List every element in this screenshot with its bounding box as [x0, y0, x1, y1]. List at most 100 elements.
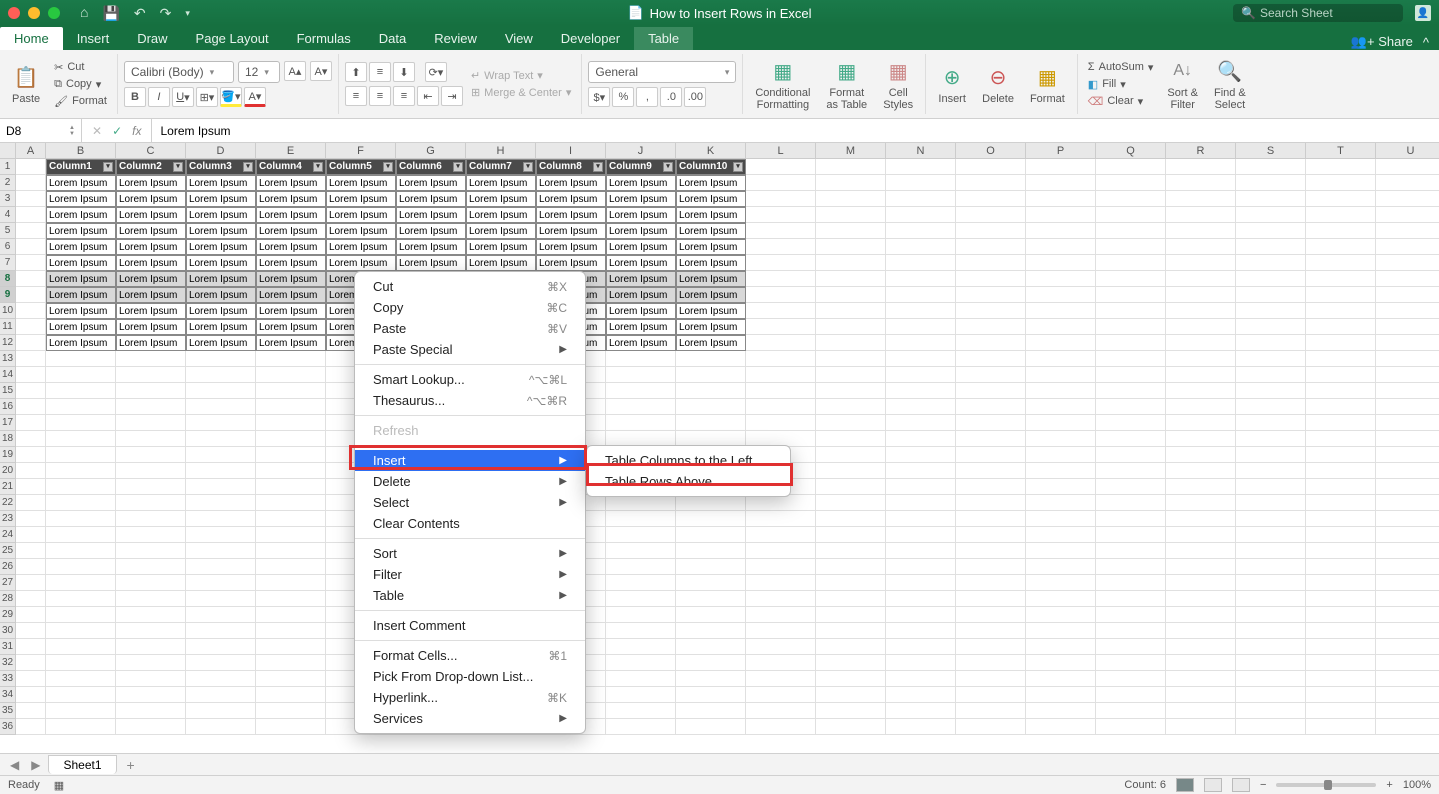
cell[interactable]: Lorem Ipsum: [256, 175, 326, 191]
cell[interactable]: [746, 255, 816, 271]
cell[interactable]: [956, 719, 1026, 735]
row-header[interactable]: 12: [0, 335, 16, 351]
cell[interactable]: [886, 303, 956, 319]
cell[interactable]: Lorem Ipsum: [466, 255, 536, 271]
cell[interactable]: [746, 703, 816, 719]
menu-item-insert-comment[interactable]: Insert Comment: [355, 615, 585, 636]
cell[interactable]: Lorem Ipsum: [256, 303, 326, 319]
cell[interactable]: [1376, 351, 1439, 367]
cell[interactable]: [116, 655, 186, 671]
cell[interactable]: Lorem Ipsum: [256, 255, 326, 271]
cell[interactable]: [116, 591, 186, 607]
cell[interactable]: [956, 431, 1026, 447]
row-header[interactable]: 3: [0, 191, 16, 207]
cell[interactable]: [956, 703, 1026, 719]
cell[interactable]: [746, 719, 816, 735]
cell[interactable]: Lorem Ipsum: [116, 335, 186, 351]
cell[interactable]: [1236, 431, 1306, 447]
cell[interactable]: [1306, 287, 1376, 303]
zoom-in-icon[interactable]: +: [1386, 779, 1392, 791]
cell[interactable]: [746, 175, 816, 191]
cell[interactable]: [46, 543, 116, 559]
cell[interactable]: [816, 415, 886, 431]
view-break-icon[interactable]: [1232, 778, 1250, 792]
cell[interactable]: [606, 559, 676, 575]
cell[interactable]: [1306, 175, 1376, 191]
cell[interactable]: [1096, 175, 1166, 191]
formula-input[interactable]: Lorem Ipsum: [152, 124, 1439, 138]
cell[interactable]: Lorem Ipsum: [46, 207, 116, 223]
row-header[interactable]: 1: [0, 159, 16, 175]
cell[interactable]: Lorem Ipsum: [536, 191, 606, 207]
cell[interactable]: [816, 687, 886, 703]
cell[interactable]: [1376, 639, 1439, 655]
cell[interactable]: Lorem Ipsum: [46, 319, 116, 335]
cell[interactable]: [1096, 287, 1166, 303]
cell[interactable]: [886, 383, 956, 399]
cell[interactable]: [16, 575, 46, 591]
cell[interactable]: [1096, 543, 1166, 559]
menu-item-clear-contents[interactable]: Clear Contents: [355, 513, 585, 534]
cell[interactable]: [746, 207, 816, 223]
cell[interactable]: Lorem Ipsum: [676, 175, 746, 191]
cell[interactable]: Lorem Ipsum: [676, 271, 746, 287]
cell[interactable]: [1166, 607, 1236, 623]
cell[interactable]: [1306, 319, 1376, 335]
menu-item-pick-from-drop-down-list-[interactable]: Pick From Drop-down List...: [355, 666, 585, 687]
cell[interactable]: [606, 655, 676, 671]
cell[interactable]: [1236, 287, 1306, 303]
cell[interactable]: [606, 351, 676, 367]
cell[interactable]: [256, 495, 326, 511]
cell[interactable]: [746, 287, 816, 303]
increase-indent-icon[interactable]: ⇥: [441, 86, 463, 106]
cell[interactable]: Lorem Ipsum: [46, 271, 116, 287]
cell[interactable]: [1306, 703, 1376, 719]
paste-button[interactable]: 📋 Paste: [6, 61, 46, 107]
cell[interactable]: [1306, 655, 1376, 671]
cell[interactable]: [1306, 191, 1376, 207]
cell[interactable]: [1236, 335, 1306, 351]
cell[interactable]: [956, 639, 1026, 655]
col-header[interactable]: S: [1236, 143, 1306, 159]
currency-icon[interactable]: $▾: [588, 87, 610, 107]
cell[interactable]: [46, 415, 116, 431]
cell[interactable]: Lorem Ipsum: [256, 191, 326, 207]
cell[interactable]: [1166, 479, 1236, 495]
cell[interactable]: [1306, 303, 1376, 319]
cell[interactable]: [46, 703, 116, 719]
cell[interactable]: [1376, 383, 1439, 399]
cell[interactable]: [1096, 607, 1166, 623]
cell[interactable]: [1306, 591, 1376, 607]
cell[interactable]: [816, 623, 886, 639]
cell[interactable]: [46, 591, 116, 607]
cell[interactable]: [1376, 655, 1439, 671]
close-icon[interactable]: [8, 7, 20, 19]
cell[interactable]: [186, 559, 256, 575]
cell[interactable]: [1026, 511, 1096, 527]
cell[interactable]: [256, 367, 326, 383]
cell[interactable]: [1026, 479, 1096, 495]
cell[interactable]: [1376, 399, 1439, 415]
cell[interactable]: Column2▾: [116, 159, 186, 175]
cell[interactable]: [886, 479, 956, 495]
cell[interactable]: [1026, 607, 1096, 623]
cell[interactable]: Lorem Ipsum: [326, 255, 396, 271]
menu-item-services[interactable]: Services▶: [355, 708, 585, 729]
cell[interactable]: [1376, 671, 1439, 687]
cell[interactable]: [1376, 415, 1439, 431]
cell[interactable]: [1166, 623, 1236, 639]
cell[interactable]: [16, 207, 46, 223]
cell[interactable]: [746, 399, 816, 415]
cell[interactable]: [1096, 495, 1166, 511]
row-header[interactable]: 21: [0, 479, 16, 495]
cell[interactable]: [676, 671, 746, 687]
cell[interactable]: [1026, 447, 1096, 463]
cell[interactable]: [186, 527, 256, 543]
cell[interactable]: [1026, 207, 1096, 223]
cell[interactable]: [886, 287, 956, 303]
cell[interactable]: Lorem Ipsum: [466, 175, 536, 191]
cell[interactable]: [186, 623, 256, 639]
cell[interactable]: [816, 655, 886, 671]
cell[interactable]: Column6▾: [396, 159, 466, 175]
cell[interactable]: [256, 559, 326, 575]
